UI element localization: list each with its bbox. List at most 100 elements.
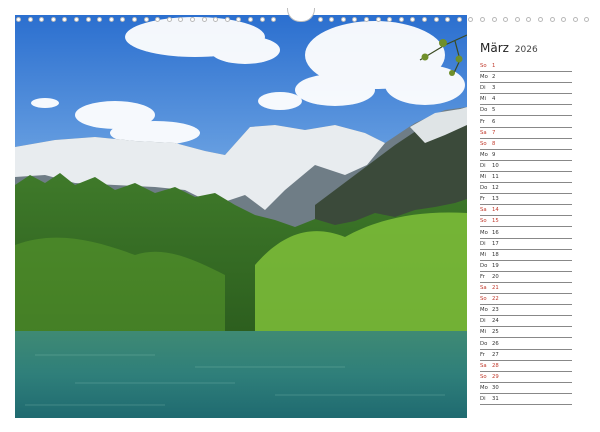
- day-number: 19: [492, 262, 499, 269]
- day-of-week: So: [480, 140, 487, 147]
- day-of-week: Do: [480, 185, 488, 192]
- day-of-week: So: [480, 63, 487, 69]
- day-number: 16: [492, 229, 499, 236]
- binding-hole: [572, 17, 578, 22]
- day-row: Mi 4: [480, 94, 572, 106]
- binding-hole: [39, 17, 45, 22]
- day-of-week: Sa: [480, 362, 487, 369]
- day-number: 21: [492, 285, 499, 291]
- day-row: Do 26: [480, 339, 572, 350]
- binding-hole: [120, 17, 126, 22]
- day-of-week: Mi: [480, 174, 487, 180]
- day-number: 15: [492, 218, 499, 225]
- day-row: Di 31: [480, 394, 572, 406]
- calendar-panel: März 2026 So 1 Mo 2 Di 3 Mi 4 Do 5 Fr 6 Sa 7 So 8 Mo 9 Di 1…: [467, 15, 586, 418]
- day-row: Mo 30: [480, 383, 572, 394]
- binding-hole: [97, 17, 103, 22]
- binding-hole: [538, 17, 543, 22]
- binding-hole: [271, 17, 277, 22]
- day-number: 28: [492, 362, 499, 369]
- day-number: 23: [492, 307, 499, 314]
- day-row: Sa 28: [480, 361, 572, 372]
- binding-hole: [526, 17, 532, 22]
- day-number: 6: [492, 118, 496, 125]
- day-of-week: So: [480, 296, 487, 303]
- day-row: So 15: [480, 216, 572, 228]
- day-row: So 8: [480, 139, 572, 150]
- day-of-week: So: [480, 218, 487, 225]
- binding-hole: [201, 17, 207, 22]
- day-row: So 29: [480, 372, 572, 383]
- day-of-week: So: [480, 373, 487, 380]
- binding-hole: [50, 17, 56, 22]
- binding-hole: [190, 17, 195, 22]
- day-row: Do 19: [480, 261, 572, 272]
- day-number: 27: [492, 351, 499, 358]
- day-row: Fr 6: [480, 117, 572, 128]
- day-number: 7: [492, 129, 496, 136]
- binding-hole: [503, 17, 509, 22]
- day-of-week: Di: [480, 240, 486, 247]
- year-label: 2026: [514, 45, 538, 55]
- binding-hole: [561, 17, 567, 22]
- day-row: Di 24: [480, 316, 572, 328]
- day-row: So 1: [480, 61, 572, 73]
- day-row: Mo 2: [480, 72, 572, 84]
- day-row: So 22: [480, 294, 572, 306]
- day-number: 25: [492, 329, 499, 336]
- day-number: 3: [492, 85, 496, 92]
- day-row: Mi 25: [480, 327, 572, 339]
- binding-hole: [375, 17, 381, 22]
- binding-hole: [468, 17, 474, 22]
- day-number: 22: [492, 296, 499, 303]
- day-of-week: Do: [480, 107, 488, 114]
- binding-hole: [317, 17, 323, 22]
- landscape-photo: [15, 15, 467, 418]
- day-row: Mo 16: [480, 228, 572, 239]
- day-number: 10: [492, 162, 499, 169]
- day-row: Fr 13: [480, 194, 572, 206]
- binding-hole: [16, 17, 21, 22]
- month-name: März: [480, 41, 509, 55]
- day-row: Di 3: [480, 83, 572, 95]
- binding-hole: [166, 17, 172, 22]
- binding-hole: [514, 17, 520, 22]
- binding-hole: [155, 17, 161, 22]
- binding-hole: [236, 17, 242, 22]
- binding-hole: [352, 17, 358, 22]
- binding-hole: [27, 17, 33, 22]
- binding-hole: [445, 17, 451, 22]
- day-row: Fr 27: [480, 350, 572, 361]
- binding-hole: [213, 17, 219, 22]
- day-of-week: Fr: [480, 273, 485, 280]
- day-number: 12: [492, 185, 499, 192]
- day-of-week: Mo: [480, 307, 488, 314]
- month-title: März 2026: [480, 41, 538, 55]
- binding-hole: [224, 17, 230, 22]
- binding-hole: [422, 17, 427, 22]
- day-of-week: Fr: [480, 351, 485, 358]
- day-of-week: Mi: [480, 251, 487, 258]
- day-row: Fr 20: [480, 272, 572, 283]
- binding-hole: [480, 17, 485, 22]
- binding-hole: [584, 17, 590, 22]
- binding-hole: [329, 17, 335, 22]
- day-row: Di 17: [480, 239, 572, 250]
- day-of-week: Mi: [480, 96, 487, 103]
- day-row: Do 12: [480, 183, 572, 195]
- binding-hole: [62, 17, 68, 22]
- binding-hole: [364, 17, 369, 22]
- day-number: 2: [492, 74, 496, 81]
- day-number: 31: [492, 396, 499, 402]
- day-row: Sa 14: [480, 205, 572, 217]
- day-row: Sa 7: [480, 128, 572, 139]
- binding-hole: [398, 17, 404, 22]
- day-number: 26: [492, 340, 499, 347]
- day-row: Mo 9: [480, 150, 572, 161]
- day-number: 1: [492, 63, 496, 69]
- binding-hole: [433, 17, 439, 22]
- alpine-lake-image: [15, 15, 467, 418]
- day-number: 14: [492, 207, 499, 214]
- binding-hole: [143, 17, 149, 22]
- day-number: 11: [492, 174, 499, 180]
